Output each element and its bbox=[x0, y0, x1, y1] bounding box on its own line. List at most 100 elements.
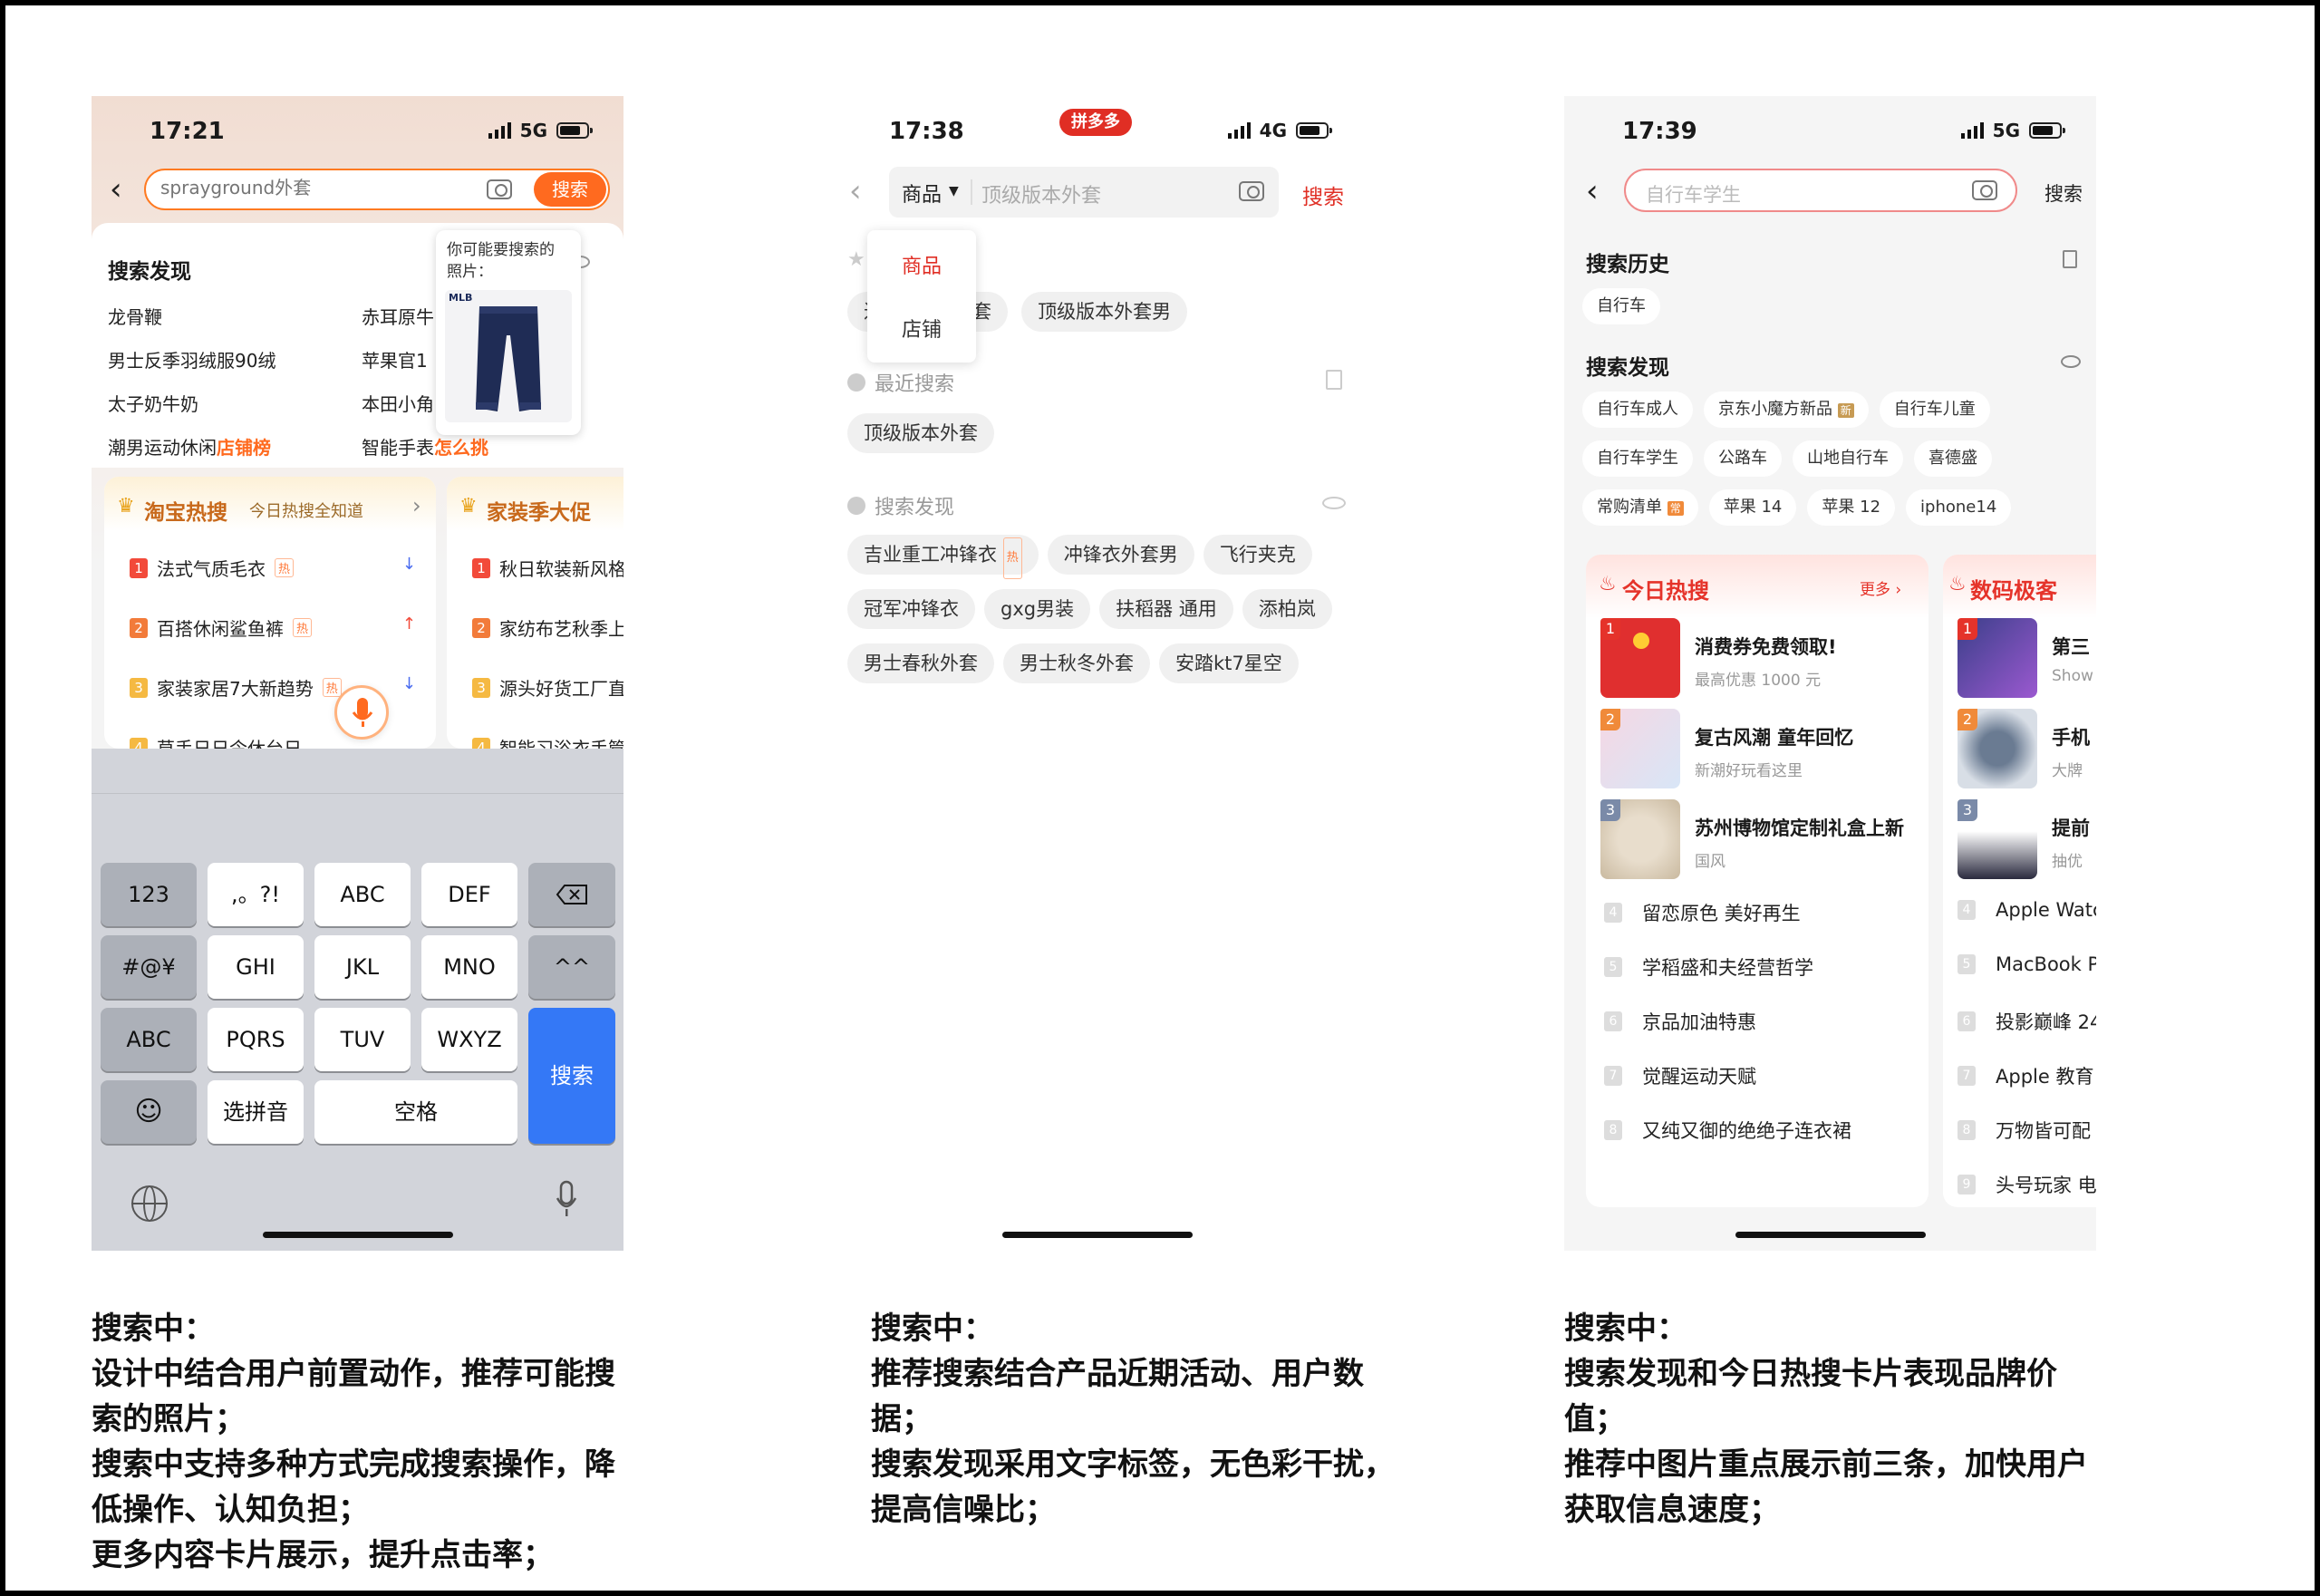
digital-row[interactable]: 4 Apple Watc bbox=[1958, 899, 2096, 921]
key-search[interactable]: 搜索 bbox=[528, 1008, 615, 1144]
dropdown-option-shop[interactable]: 店铺 bbox=[867, 314, 976, 343]
discover-item[interactable]: 本田小角 bbox=[362, 390, 434, 416]
hot-row[interactable]: 6 京品加油特惠 bbox=[1604, 1008, 1756, 1035]
chevron-right-icon[interactable]: › bbox=[412, 493, 421, 518]
search-button[interactable]: 搜索 bbox=[534, 172, 606, 207]
digital-row[interactable]: 8 万物皆可配 bbox=[1958, 1117, 2091, 1144]
key-punct[interactable]: ,。?! bbox=[208, 863, 304, 926]
key-wxyz[interactable]: WXYZ bbox=[421, 1008, 517, 1071]
discover-item[interactable]: 龙骨鞭 bbox=[108, 303, 162, 329]
chip[interactable]: 男士秋冬外套 bbox=[1003, 643, 1150, 683]
discover-tag[interactable]: 京东小魔方新品 新 bbox=[1704, 392, 1869, 428]
hot-row[interactable]: 4 留恋原色 美好再生 bbox=[1604, 899, 1801, 926]
digital-row[interactable]: 5 MacBook P bbox=[1958, 953, 2096, 975]
hot-row[interactable]: 1 法式气质毛衣热 bbox=[130, 555, 295, 581]
chip[interactable]: 冠军冲锋衣 bbox=[847, 589, 975, 629]
discover-tag[interactable]: 自行车儿童 bbox=[1879, 392, 1990, 428]
search-bar[interactable]: 自行车学生 bbox=[1624, 169, 2017, 212]
chip[interactable]: gxg男装 bbox=[984, 589, 1091, 629]
hot-item[interactable]: 3 苏州博物馆定制礼盒上新 国风 bbox=[1600, 799, 1904, 879]
voice-search-button[interactable] bbox=[334, 685, 389, 740]
digital-item[interactable]: 2 手机 大牌 bbox=[1958, 709, 2090, 788]
key-def[interactable]: DEF bbox=[421, 863, 517, 926]
discover-item[interactable]: 太子奶牛奶 bbox=[108, 390, 198, 416]
camera-icon[interactable] bbox=[487, 179, 512, 199]
digital-item[interactable]: 1 第三 Show bbox=[1958, 618, 2093, 698]
chip[interactable]: 扶稻器 通用 bbox=[1099, 589, 1233, 629]
promo-row[interactable]: 2 家纺布艺秋季上 bbox=[472, 614, 624, 641]
hot-row[interactable]: 7 觉醒运动天赋 bbox=[1604, 1062, 1756, 1089]
hot-search-card[interactable]: ♨ 今日热搜 更多 › 1 消费券免费领取! 最高优惠 1000 元 2 复古风… bbox=[1586, 555, 1928, 1207]
key-pqrs[interactable]: PQRS bbox=[208, 1008, 304, 1071]
discover-tag[interactable]: iphone14 bbox=[1906, 489, 2012, 526]
digital-item[interactable]: 3 提前 抽优 bbox=[1958, 799, 2090, 879]
key-ghi[interactable]: GHI bbox=[208, 935, 304, 999]
trash-icon[interactable] bbox=[2063, 250, 2077, 268]
discover-tag[interactable]: 苹果 14 bbox=[1708, 489, 1797, 526]
digital-card[interactable]: ♨ 数码极客 1 第三 Show 2 手机 大牌 3 提前 抽优 4 Apple… bbox=[1943, 555, 2096, 1207]
chip[interactable]: 冲锋衣外套男 bbox=[1047, 535, 1194, 575]
hot-row[interactable]: 4 草手日日令休台日 bbox=[130, 734, 302, 749]
discover-tag[interactable]: 自行车学生 bbox=[1582, 440, 1693, 477]
camera-icon[interactable] bbox=[1239, 181, 1264, 201]
discover-item[interactable]: 潮男运动休闲店铺榜 bbox=[108, 433, 271, 459]
history-tag[interactable]: 自行车 bbox=[1582, 288, 1660, 324]
chip[interactable]: 顶级版本外套 bbox=[847, 413, 994, 453]
emoji-key[interactable]: ☺ bbox=[101, 1080, 197, 1144]
back-icon[interactable]: ‹ bbox=[1586, 176, 1599, 207]
key-emoticon[interactable]: ^^ bbox=[528, 935, 615, 999]
hot-row[interactable]: 2 百搭休闲鲨鱼裤热 bbox=[130, 614, 313, 641]
digital-row[interactable]: 9 头号玩家 电 bbox=[1958, 1171, 2096, 1198]
key-abc[interactable]: ABC bbox=[314, 863, 411, 926]
search-button[interactable]: 搜索 bbox=[1302, 179, 1344, 210]
discover-tag[interactable]: 自行车成人 bbox=[1582, 392, 1693, 428]
discover-item[interactable]: 苹果官1 bbox=[362, 346, 428, 372]
chip[interactable]: 男士春秋外套 bbox=[847, 643, 994, 683]
search-input[interactable] bbox=[160, 177, 469, 198]
promo-card[interactable]: ♛ 家装季大促 1 秋日软装新风格 2 家纺布艺秋季上 3 源头好货工厂直 4 智能习浴… bbox=[447, 477, 624, 749]
promo-row[interactable]: 1 秋日软装新风格 bbox=[472, 555, 624, 581]
key-tuv[interactable]: TUV bbox=[314, 1008, 411, 1071]
key-mno[interactable]: MNO bbox=[421, 935, 517, 999]
key-delete[interactable] bbox=[528, 863, 615, 926]
promo-row[interactable]: 4 智能习浴衣手管 bbox=[472, 734, 624, 749]
discover-tag[interactable]: 山地自行车 bbox=[1793, 440, 1903, 477]
globe-icon[interactable] bbox=[131, 1185, 168, 1222]
eye-icon[interactable] bbox=[1322, 497, 1346, 509]
key-123[interactable]: 123 bbox=[101, 863, 197, 926]
search-button[interactable]: 搜索 bbox=[2044, 179, 2083, 207]
photo-thumbnail[interactable]: MLB bbox=[445, 290, 572, 422]
discover-item[interactable]: 男士反季羽绒服90绒 bbox=[108, 346, 276, 372]
discover-item[interactable]: 赤耳原牛 bbox=[362, 303, 434, 329]
dictation-icon[interactable] bbox=[556, 1180, 577, 1220]
key-pinyin[interactable]: 选拼音 bbox=[208, 1080, 304, 1144]
trash-icon[interactable] bbox=[1326, 370, 1342, 390]
chip[interactable]: 安踏kt7星空 bbox=[1159, 643, 1299, 683]
search-bar[interactable]: 商品 ▼ 顶级版本外套 bbox=[889, 167, 1279, 218]
discover-item[interactable]: 智能手表怎么挑 bbox=[362, 433, 488, 459]
hot-item[interactable]: 1 消费券免费领取! 最高优惠 1000 元 bbox=[1600, 618, 1837, 698]
eye-icon[interactable] bbox=[2061, 355, 2081, 368]
discover-tag[interactable]: 喜德盛 bbox=[1914, 440, 1992, 477]
key-abc-switch[interactable]: ABC bbox=[101, 1008, 197, 1071]
discover-tag[interactable]: 苹果 12 bbox=[1807, 489, 1896, 526]
digital-row[interactable]: 6 投影巅峰 24 bbox=[1958, 1008, 2096, 1035]
hot-row[interactable]: 8 又纯又御的绝绝子连衣裙 bbox=[1604, 1117, 1851, 1144]
discover-tag[interactable]: 常购清单 常 bbox=[1582, 489, 1698, 526]
more-link[interactable]: 更多 › bbox=[1860, 576, 1901, 599]
key-space[interactable]: 空格 bbox=[314, 1080, 517, 1144]
digital-row[interactable]: 7 Apple 教育 bbox=[1958, 1062, 2093, 1089]
back-icon[interactable]: ‹ bbox=[849, 176, 862, 207]
camera-icon[interactable] bbox=[1972, 180, 1997, 200]
chip[interactable]: 吉业重工冲锋衣 热 bbox=[847, 535, 1039, 579]
key-symbols[interactable]: #@¥ bbox=[101, 935, 197, 999]
promo-row[interactable]: 3 源头好货工厂直 bbox=[472, 674, 624, 701]
search-input[interactable]: 顶级版本外套 bbox=[981, 179, 1101, 208]
chip[interactable]: 添柏岚 bbox=[1242, 589, 1332, 629]
hot-row[interactable]: 3 家装家居7大新趋势热 bbox=[130, 674, 342, 701]
hot-item[interactable]: 2 复古风潮 童年回忆 新潮好玩看这里 bbox=[1600, 709, 1853, 788]
discover-tag[interactable]: 公路车 bbox=[1704, 440, 1782, 477]
category-selector[interactable]: 商品 bbox=[902, 179, 942, 208]
search-bar[interactable]: 搜索 bbox=[144, 169, 610, 210]
key-jkl[interactable]: JKL bbox=[314, 935, 411, 999]
